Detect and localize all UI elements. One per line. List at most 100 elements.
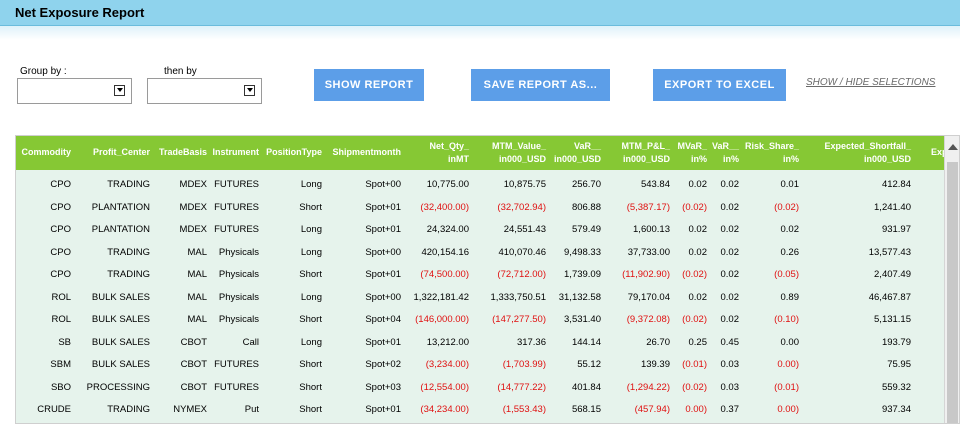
- table-cell: 0.02: [720, 269, 740, 280]
- then-by-label: then by: [164, 66, 197, 77]
- column-header-title: Expected_Shortfall_: [824, 141, 911, 151]
- table-row[interactable]: CPO PLANTATION MDEX FUTURES Short Spot+01 (32,…: [16, 197, 944, 219]
- column-header[interactable]: MVaR_ in%: [677, 140, 707, 166]
- table-cell: (5,387.17): [626, 201, 670, 213]
- table-cell: PLANTATION: [91, 224, 150, 235]
- column-header[interactable]: PositionType: [266, 146, 322, 159]
- table-cell: 0.89: [780, 291, 800, 303]
- table-cell: (12,554.00): [420, 381, 469, 393]
- table-row[interactable]: CPO TRADING MAL Physicals Long Spot+00 420,154…: [16, 242, 944, 264]
- column-header[interactable]: VaR__ in%: [712, 140, 739, 166]
- report-title-bar: Net Exposure Report: [0, 0, 960, 26]
- table-row[interactable]: CPO TRADING MDEX FUTURES Long Spot+00 10,775.0…: [16, 174, 944, 196]
- table-cell: Spot+01: [365, 336, 401, 348]
- column-header-unit: in%: [690, 154, 707, 164]
- grid-header: Commodity Profit_Center TradeBasis Instrume…: [16, 136, 958, 170]
- column-header-title: Shipmentmonth: [332, 147, 402, 157]
- table-cell: BULK SALES: [91, 336, 150, 348]
- table-cell: (0.01): [774, 381, 799, 393]
- table-row[interactable]: CRUDE TRADING NYMEX Put Short Spot+01 (34,234.…: [16, 399, 944, 421]
- table-cell: 55.12: [577, 359, 601, 370]
- column-header-unit: in000_USD: [622, 154, 670, 164]
- show-report-button[interactable]: SHOW REPORT: [314, 69, 424, 101]
- table-cell: Spot+01: [365, 224, 401, 235]
- column-header[interactable]: MTM_Value_ in000_USD: [492, 140, 546, 166]
- column-header-unit: inMT: [448, 154, 469, 164]
- table-row[interactable]: CPO PLANTATION MDEX FUTURES Long Spot+01 24,32…: [16, 219, 944, 241]
- table-cell: (72,712.00): [497, 269, 546, 280]
- column-header-unit: in%: [722, 154, 739, 164]
- column-header[interactable]: MTM_P&L_ in000_USD: [621, 140, 670, 166]
- table-cell: 10,775.00: [426, 179, 469, 190]
- table-cell: (0.02): [774, 201, 799, 213]
- chevron-down-icon[interactable]: [244, 85, 255, 96]
- column-header[interactable]: TradeBasis: [159, 146, 207, 159]
- column-header[interactable]: Risk_Share_ in%: [745, 140, 799, 166]
- column-header-title: Commodity: [21, 147, 72, 157]
- table-cell: Spot+03: [365, 381, 401, 393]
- chevron-down-icon[interactable]: [114, 85, 125, 96]
- column-header[interactable]: Net_Qty_ inMT: [429, 140, 469, 166]
- show-hide-selections-link[interactable]: SHOW / HIDE SELECTIONS: [806, 77, 935, 88]
- table-cell: Short: [299, 381, 322, 393]
- column-header[interactable]: Profit_Center: [93, 146, 150, 159]
- scrollbar-thumb[interactable]: [947, 162, 958, 423]
- table-cell: TRADING: [107, 179, 150, 190]
- table-cell: Physicals: [218, 291, 259, 303]
- table-cell: (457.94): [634, 404, 670, 415]
- table-cell: 1,600.13: [633, 224, 670, 235]
- save-report-as-button[interactable]: SAVE REPORT AS...: [471, 69, 610, 101]
- table-cell: 0.02: [688, 224, 708, 235]
- table-cell: 0.26: [780, 246, 800, 258]
- table-cell: 0.37: [720, 404, 740, 415]
- table-cell: (0.01): [682, 359, 707, 370]
- vertical-scrollbar[interactable]: [944, 136, 959, 423]
- table-row[interactable]: ROL BULK SALES MAL Physicals Short Spot+04 (14…: [16, 309, 944, 331]
- table-cell: 0.02: [780, 224, 800, 235]
- table-cell: 0.00): [777, 404, 799, 415]
- then-by-select[interactable]: [147, 78, 262, 104]
- group-by-select[interactable]: [17, 78, 132, 104]
- table-cell: MAL: [187, 314, 207, 325]
- table-cell: MDEX: [179, 224, 207, 235]
- table-cell: 1,739.09: [564, 269, 601, 280]
- column-header[interactable]: Instrument: [212, 146, 259, 159]
- table-row[interactable]: CPO TRADING MAL Physicals Short Spot+01 (74,50…: [16, 264, 944, 286]
- column-header[interactable]: VaR__ in000_USD: [554, 140, 601, 166]
- table-cell: ROL: [51, 314, 71, 325]
- column-header[interactable]: Commodity: [22, 146, 72, 159]
- table-cell: (0.02): [682, 381, 707, 393]
- column-header[interactable]: Expected_Shortfall_ in000_USD: [824, 140, 911, 166]
- table-cell: FUTURES: [214, 179, 259, 190]
- column-header-unit: in000_USD: [863, 154, 911, 164]
- page-title: Net Exposure Report: [15, 5, 145, 20]
- table-cell: Long: [300, 336, 322, 348]
- table-cell: 0.00): [685, 404, 707, 415]
- table-row[interactable]: SB BULK SALES CBOT Call Long Spot+01 13,212.00…: [16, 332, 944, 354]
- table-row[interactable]: SBM BULK SALES CBOT FUTURES Short Spot+02 (3,2…: [16, 354, 944, 376]
- table-cell: 3,531.40: [564, 314, 601, 325]
- table-cell: 0.03: [720, 381, 740, 393]
- table-cell: 75.95: [887, 359, 911, 370]
- table-cell: (32,702.94): [497, 201, 546, 213]
- table-cell: (147,277.50): [492, 314, 546, 325]
- table-cell: CPO: [50, 201, 71, 213]
- table-cell: MDEX: [179, 201, 207, 213]
- table-row[interactable]: SBO PROCESSING CBOT FUTURES Short Spot+03 (12,…: [16, 377, 944, 399]
- column-header-title: MVaR_: [677, 141, 707, 151]
- column-header[interactable]: Shipmentmonth: [333, 146, 402, 159]
- table-cell: 46,467.87: [868, 291, 911, 303]
- table-cell: Short: [299, 201, 322, 213]
- table-cell: 806.88: [571, 201, 601, 213]
- table-cell: (9,372.08): [626, 314, 670, 325]
- table-cell: Spot+04: [365, 314, 401, 325]
- scroll-up-icon[interactable]: [948, 144, 958, 150]
- table-cell: 256.70: [571, 179, 601, 190]
- table-cell: 13,577.43: [868, 246, 911, 258]
- export-to-excel-button[interactable]: EXPORT TO EXCEL: [653, 69, 786, 101]
- table-cell: PROCESSING: [86, 381, 150, 393]
- table-cell: FUTURES: [214, 359, 259, 370]
- table-cell: Call: [242, 336, 259, 348]
- table-row[interactable]: ROL BULK SALES MAL Physicals Long Spot+00 1,32…: [16, 287, 944, 309]
- table-cell: Spot+01: [365, 201, 401, 213]
